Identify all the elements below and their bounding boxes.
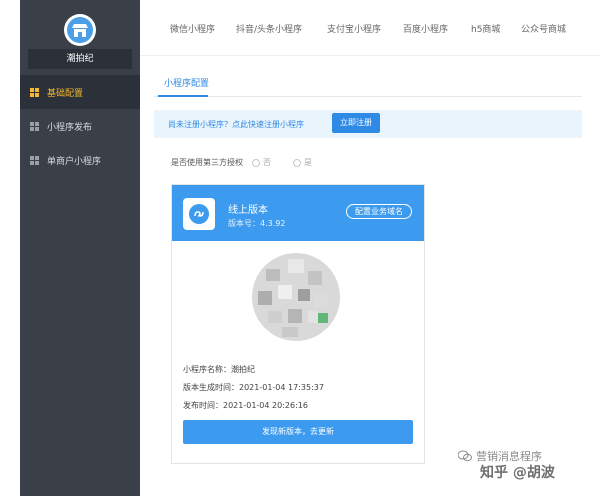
register-button[interactable]: 立即注册 bbox=[332, 113, 380, 133]
version-card-header: 线上版本 版本号：4.3.92 配置业务域名 bbox=[172, 185, 424, 241]
sidebar-item-label: 单商户小程序 bbox=[47, 156, 102, 167]
version-title: 线上版本 bbox=[228, 205, 268, 216]
watermark-zhihu: 知乎 @胡波 bbox=[480, 465, 555, 481]
publish-time: 发布时间：2021-01-04 20:26:16 bbox=[183, 401, 308, 410]
shop-logo bbox=[64, 14, 96, 46]
grid-icon bbox=[30, 155, 39, 165]
sidebar-item-label: 小程序发布 bbox=[47, 122, 93, 133]
sidebar-item-label: 基础配置 bbox=[47, 88, 84, 99]
nav-h5[interactable]: h5商城 bbox=[471, 22, 500, 35]
third-party-auth: 是否使用第三方授权 否 是 bbox=[171, 157, 312, 168]
register-notice: 尚未注册小程序？点此快速注册小程序 立即注册 bbox=[154, 110, 582, 138]
notice-text[interactable]: 尚未注册小程序？点此快速注册小程序 bbox=[168, 119, 304, 130]
nav-wechat[interactable]: 微信小程序 bbox=[170, 22, 215, 35]
qr-code-image bbox=[252, 253, 340, 341]
radio-no[interactable] bbox=[252, 158, 260, 167]
miniprogram-icon bbox=[183, 198, 215, 230]
radio-yes-label: 是 bbox=[304, 158, 312, 167]
version-number: 版本号：4.3.92 bbox=[228, 219, 286, 228]
top-nav: 微信小程序 抖音/头条小程序 支付宝小程序 百度小程序 h5商城 公众号商城 bbox=[140, 0, 600, 56]
miniprogram-name: 小程序名称：潮拍纪 bbox=[183, 365, 255, 374]
tab-active-indicator bbox=[158, 95, 208, 97]
sidebar-item-single-merchant[interactable]: 单商户小程序 bbox=[20, 143, 140, 177]
grid-icon bbox=[30, 121, 39, 131]
auth-label: 是否使用第三方授权 bbox=[171, 158, 243, 167]
configure-domain-button[interactable]: 配置业务域名 bbox=[346, 204, 412, 219]
sidebar: 潮拍纪 基础配置 小程序发布 单商户小程序 bbox=[20, 0, 140, 496]
nav-baidu[interactable]: 百度小程序 bbox=[403, 22, 448, 35]
version-card: 线上版本 版本号：4.3.92 配置业务域名 小程序名称：潮拍纪 版本生成时间：… bbox=[171, 184, 425, 464]
shop-icon bbox=[72, 24, 88, 37]
nav-official-account[interactable]: 公众号商城 bbox=[521, 22, 566, 35]
wechat-icon bbox=[458, 450, 472, 462]
sidebar-item-publish[interactable]: 小程序发布 bbox=[20, 109, 140, 143]
grid-icon bbox=[30, 87, 39, 97]
sidebar-item-basic-config[interactable]: 基础配置 bbox=[20, 75, 140, 109]
nav-alipay[interactable]: 支付宝小程序 bbox=[327, 22, 381, 35]
shop-name: 潮拍纪 bbox=[28, 49, 132, 69]
radio-no-label: 否 bbox=[263, 158, 271, 167]
version-generated-time: 版本生成时间：2021-01-04 17:35:37 bbox=[183, 383, 324, 392]
nav-douyin[interactable]: 抖音/头条小程序 bbox=[236, 22, 302, 35]
tab-miniprogram-config[interactable]: 小程序配置 bbox=[164, 76, 209, 89]
tab-divider bbox=[154, 96, 582, 97]
radio-yes[interactable] bbox=[293, 158, 301, 167]
update-version-button[interactable]: 发现新版本，去更新 bbox=[183, 420, 413, 444]
